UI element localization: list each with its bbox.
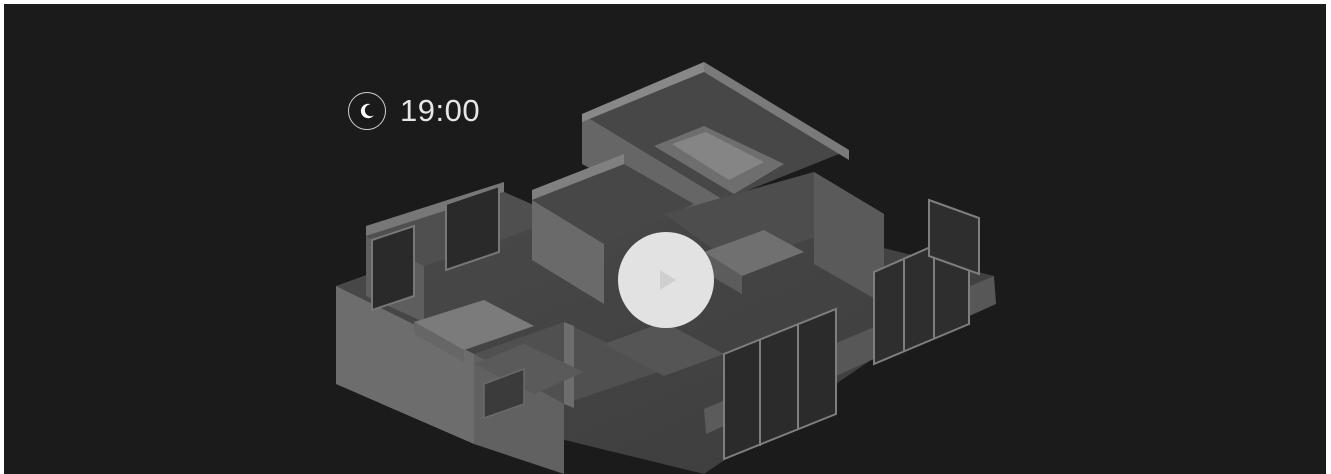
time-label: 19:00 xyxy=(400,93,481,128)
moon-icon xyxy=(348,92,386,130)
play-button[interactable] xyxy=(618,232,714,328)
time-indicator: 19:00 xyxy=(348,92,480,130)
video-player[interactable]: 19:00 xyxy=(4,4,1326,474)
play-icon xyxy=(660,270,676,290)
